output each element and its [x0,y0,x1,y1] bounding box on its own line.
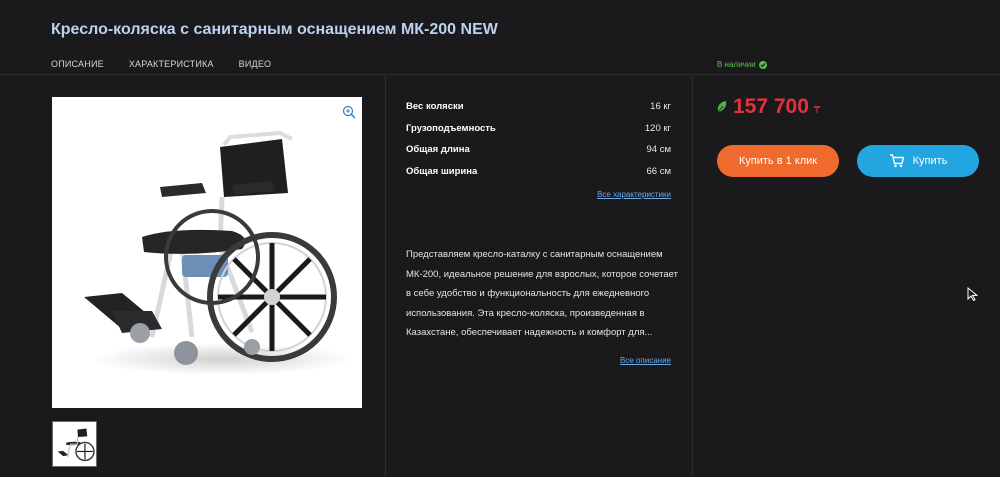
all-description-link[interactable]: Все описание [620,356,671,365]
page-title: Кресло-коляска с санитарным оснащением М… [51,21,498,38]
spec-value: 120 кг [644,122,671,134]
tab-characteristics[interactable]: ХАРАКТЕРИСТИКА [129,59,214,69]
spec-row-weight: Вес коляски 16 кг [406,101,671,123]
buy-button[interactable]: Купить [857,145,979,177]
product-tabs: ОПИСАНИЕ ХАРАКТЕРИСТИКА ВИДЕО [51,59,271,69]
stock-label: В наличии [717,60,756,69]
check-circle-icon [758,60,767,69]
spec-name: Общая длина [406,144,470,156]
product-main-image[interactable] [52,97,362,408]
specs-list: Вес коляски 16 кг Грузоподъемность 120 к… [406,101,671,188]
price-value: 157 700 [733,95,809,118]
price-currency: ₸ [813,104,821,116]
spec-value: 66 см [646,166,672,178]
spec-name: Общая ширина [406,166,478,178]
tab-video[interactable]: ВИДЕО [239,59,272,69]
wheelchair-illustration [84,130,352,375]
all-specs-link[interactable]: Все характеристики [597,190,671,199]
cart-icon [889,154,904,168]
wheelchair-thumbnail-image [57,428,95,462]
mouse-pointer-icon [967,287,978,301]
leaf-tag-icon [717,101,727,113]
spec-name: Вес коляски [406,101,464,112]
spec-value: 16 кг [650,101,671,112]
spec-value: 94 см [646,144,672,156]
zoom-in-icon[interactable] [342,105,356,119]
spec-name: Грузоподъемность [406,122,496,134]
stock-status: В наличии [717,60,767,69]
price-block: 157 700 ₸ [716,95,820,119]
column-divider-left [385,75,386,477]
product-thumbnail[interactable] [52,421,97,467]
product-description: Представляем кресло-каталку с санитарным… [406,249,678,338]
spec-row-length: Общая длина 94 см [406,144,671,166]
column-divider-right [692,75,693,477]
buy-one-click-button[interactable]: Купить в 1 клик [717,145,839,177]
tab-description[interactable]: ОПИСАНИЕ [51,59,104,69]
header-divider [0,74,1000,75]
spec-row-capacity: Грузоподъемность 120 кг [406,123,671,145]
spec-row-width: Общая ширина 66 см [406,166,671,188]
buy-label: Купить [912,155,948,167]
buy-one-click-label: Купить в 1 клик [738,155,818,167]
